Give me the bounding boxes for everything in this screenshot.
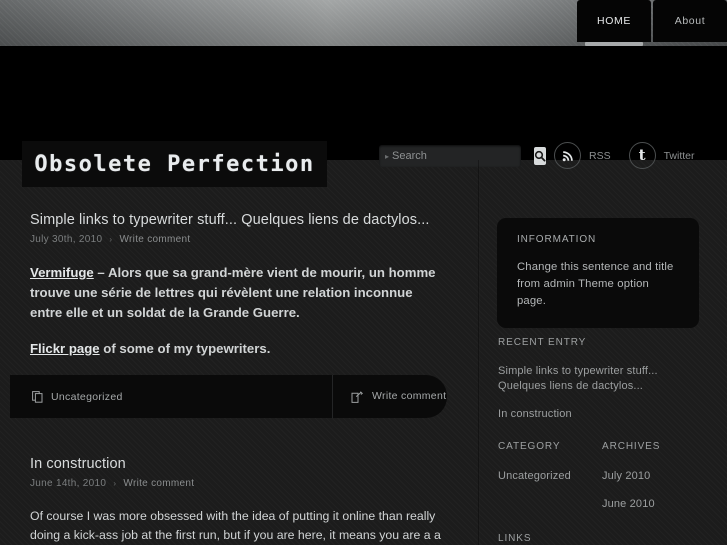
post-comment-link[interactable]: Write comment	[123, 478, 194, 489]
post-body: Of course I was more obsessed with the i…	[0, 489, 478, 545]
post-title[interactable]: In construction	[0, 418, 478, 472]
nav-item-home-label: HOME	[597, 15, 631, 27]
nav-item-about-label: About	[674, 15, 706, 27]
list-item[interactable]: In construction	[498, 407, 708, 422]
recent-entry-widget: RECENT ENTRY Simple links to typewriter …	[498, 337, 708, 435]
post-meta: June 14th, 2010 › Write comment	[0, 472, 478, 489]
site-header: Obsolete Perfection ▸ RSS t	[0, 46, 727, 187]
write-icon	[351, 390, 363, 403]
archives-list: July 2010 June 2010	[602, 469, 712, 512]
post-item: In construction June 14th, 2010 › Write …	[0, 418, 478, 545]
list-item[interactable]: Simple links to typewriter stuff... Quel…	[498, 364, 708, 394]
information-widget: INFORMATION Change this sentence and tit…	[497, 218, 699, 328]
list-item[interactable]: July 2010	[602, 469, 712, 484]
post-paragraph-2-text: of some of my typewriters.	[99, 341, 271, 356]
archives-title: ARCHIVES	[602, 441, 661, 452]
post-category[interactable]: Uncategorized	[10, 391, 332, 403]
sidebar-columns: CATEGORY Uncategorized ARCHIVES July 201…	[498, 441, 713, 525]
category-list: Uncategorized	[498, 469, 602, 484]
sidebar: INFORMATION Change this sentence and tit…	[480, 160, 727, 545]
list-item[interactable]: Uncategorized	[498, 469, 602, 484]
links-title: LINKS	[498, 533, 532, 544]
category-widget: CATEGORY Uncategorized	[498, 441, 602, 525]
post-category-label: Uncategorized	[51, 390, 123, 403]
category-title: CATEGORY	[498, 441, 561, 452]
post-meta: July 30th, 2010 › Write comment	[0, 228, 478, 245]
post-title[interactable]: Simple links to typewriter stuff... Quel…	[0, 160, 478, 228]
post-paragraph-1: Of course I was more obsessed with the i…	[30, 509, 441, 542]
post-footer-comment[interactable]: Write comment	[333, 390, 446, 404]
archives-widget: ARCHIVES July 2010 June 2010	[602, 441, 712, 525]
nav-item-home[interactable]: HOME	[577, 0, 651, 46]
post-paragraph-1: Vermifuge – Alors que sa grand-mère vien…	[30, 263, 448, 323]
main-content: Simple links to typewriter stuff... Quel…	[0, 160, 478, 545]
recent-entry-title: RECENT ENTRY	[498, 337, 587, 348]
post-body: Vermifuge – Alors que sa grand-mère vien…	[0, 245, 478, 359]
pages-icon	[32, 390, 43, 403]
main-nav: HOME About	[577, 0, 727, 46]
recent-entry-list: Simple links to typewriter stuff... Quel…	[498, 364, 708, 422]
meta-separator-icon: ›	[109, 235, 113, 244]
nav-item-about[interactable]: About	[653, 0, 727, 42]
vermifuge-link[interactable]: Vermifuge	[30, 265, 94, 280]
post-footer-comment-label: Write comment	[372, 389, 447, 402]
post-date: July 30th, 2010	[30, 234, 103, 245]
post-paragraph-2: Flickr page of some of my typewriters.	[30, 339, 448, 359]
post-comment-link[interactable]: Write comment	[119, 234, 190, 245]
flickr-page-link[interactable]: Flickr page	[30, 341, 100, 356]
post-date: June 14th, 2010	[30, 478, 107, 489]
information-title: INFORMATION	[517, 234, 597, 245]
meta-separator-icon: ›	[113, 479, 117, 488]
information-text: Change this sentence and title from admi…	[517, 261, 674, 307]
page-root: HOME About Obsolete Perfection ▸ Search …	[0, 0, 727, 545]
list-item[interactable]: June 2010	[602, 497, 712, 512]
post-item: Simple links to typewriter stuff... Quel…	[0, 160, 478, 418]
post-footer-bar: Uncategorized Write comment	[10, 375, 447, 418]
top-bar: HOME About	[0, 0, 727, 46]
